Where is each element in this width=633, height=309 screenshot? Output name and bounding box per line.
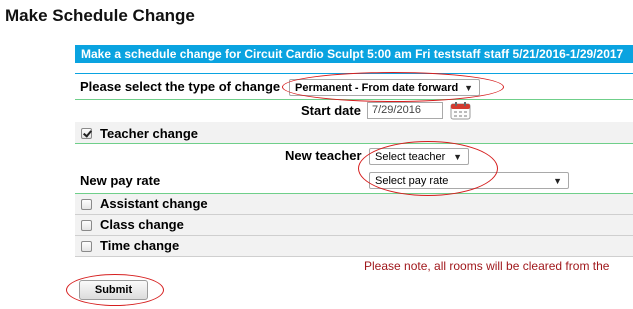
- teacher-change-label: Teacher change: [100, 126, 199, 141]
- class-change-checkbox[interactable]: [81, 220, 92, 231]
- time-change-label: Time change: [100, 238, 180, 253]
- annotation-ellipse-change-type: [282, 72, 504, 102]
- schedule-banner: Make a schedule change for Circuit Cardi…: [75, 45, 633, 63]
- page-title: Make Schedule Change: [5, 6, 195, 25]
- calendar-icon[interactable]: [450, 101, 471, 120]
- start-date-input[interactable]: 7/29/2016: [367, 102, 443, 119]
- start-date-label: Start date: [301, 103, 361, 118]
- change-type-label: Please select the type of change: [80, 79, 281, 94]
- class-change-label: Class change: [100, 217, 184, 232]
- divider: [75, 143, 633, 144]
- new-teacher-label: New teacher: [285, 148, 362, 163]
- divider: [75, 256, 633, 257]
- assistant-change-label: Assistant change: [100, 196, 208, 211]
- time-change-checkbox[interactable]: [81, 241, 92, 252]
- assistant-change-checkbox[interactable]: [81, 199, 92, 210]
- new-pay-rate-label: New pay rate: [80, 173, 161, 188]
- teacher-change-checkbox[interactable]: [81, 128, 92, 139]
- chevron-down-icon: ▼: [553, 176, 562, 186]
- annotation-ellipse-submit: [66, 274, 164, 306]
- room-clear-note: Please note, all rooms will be cleared f…: [364, 259, 610, 273]
- annotation-ellipse-teacher-payrate: [358, 141, 498, 196]
